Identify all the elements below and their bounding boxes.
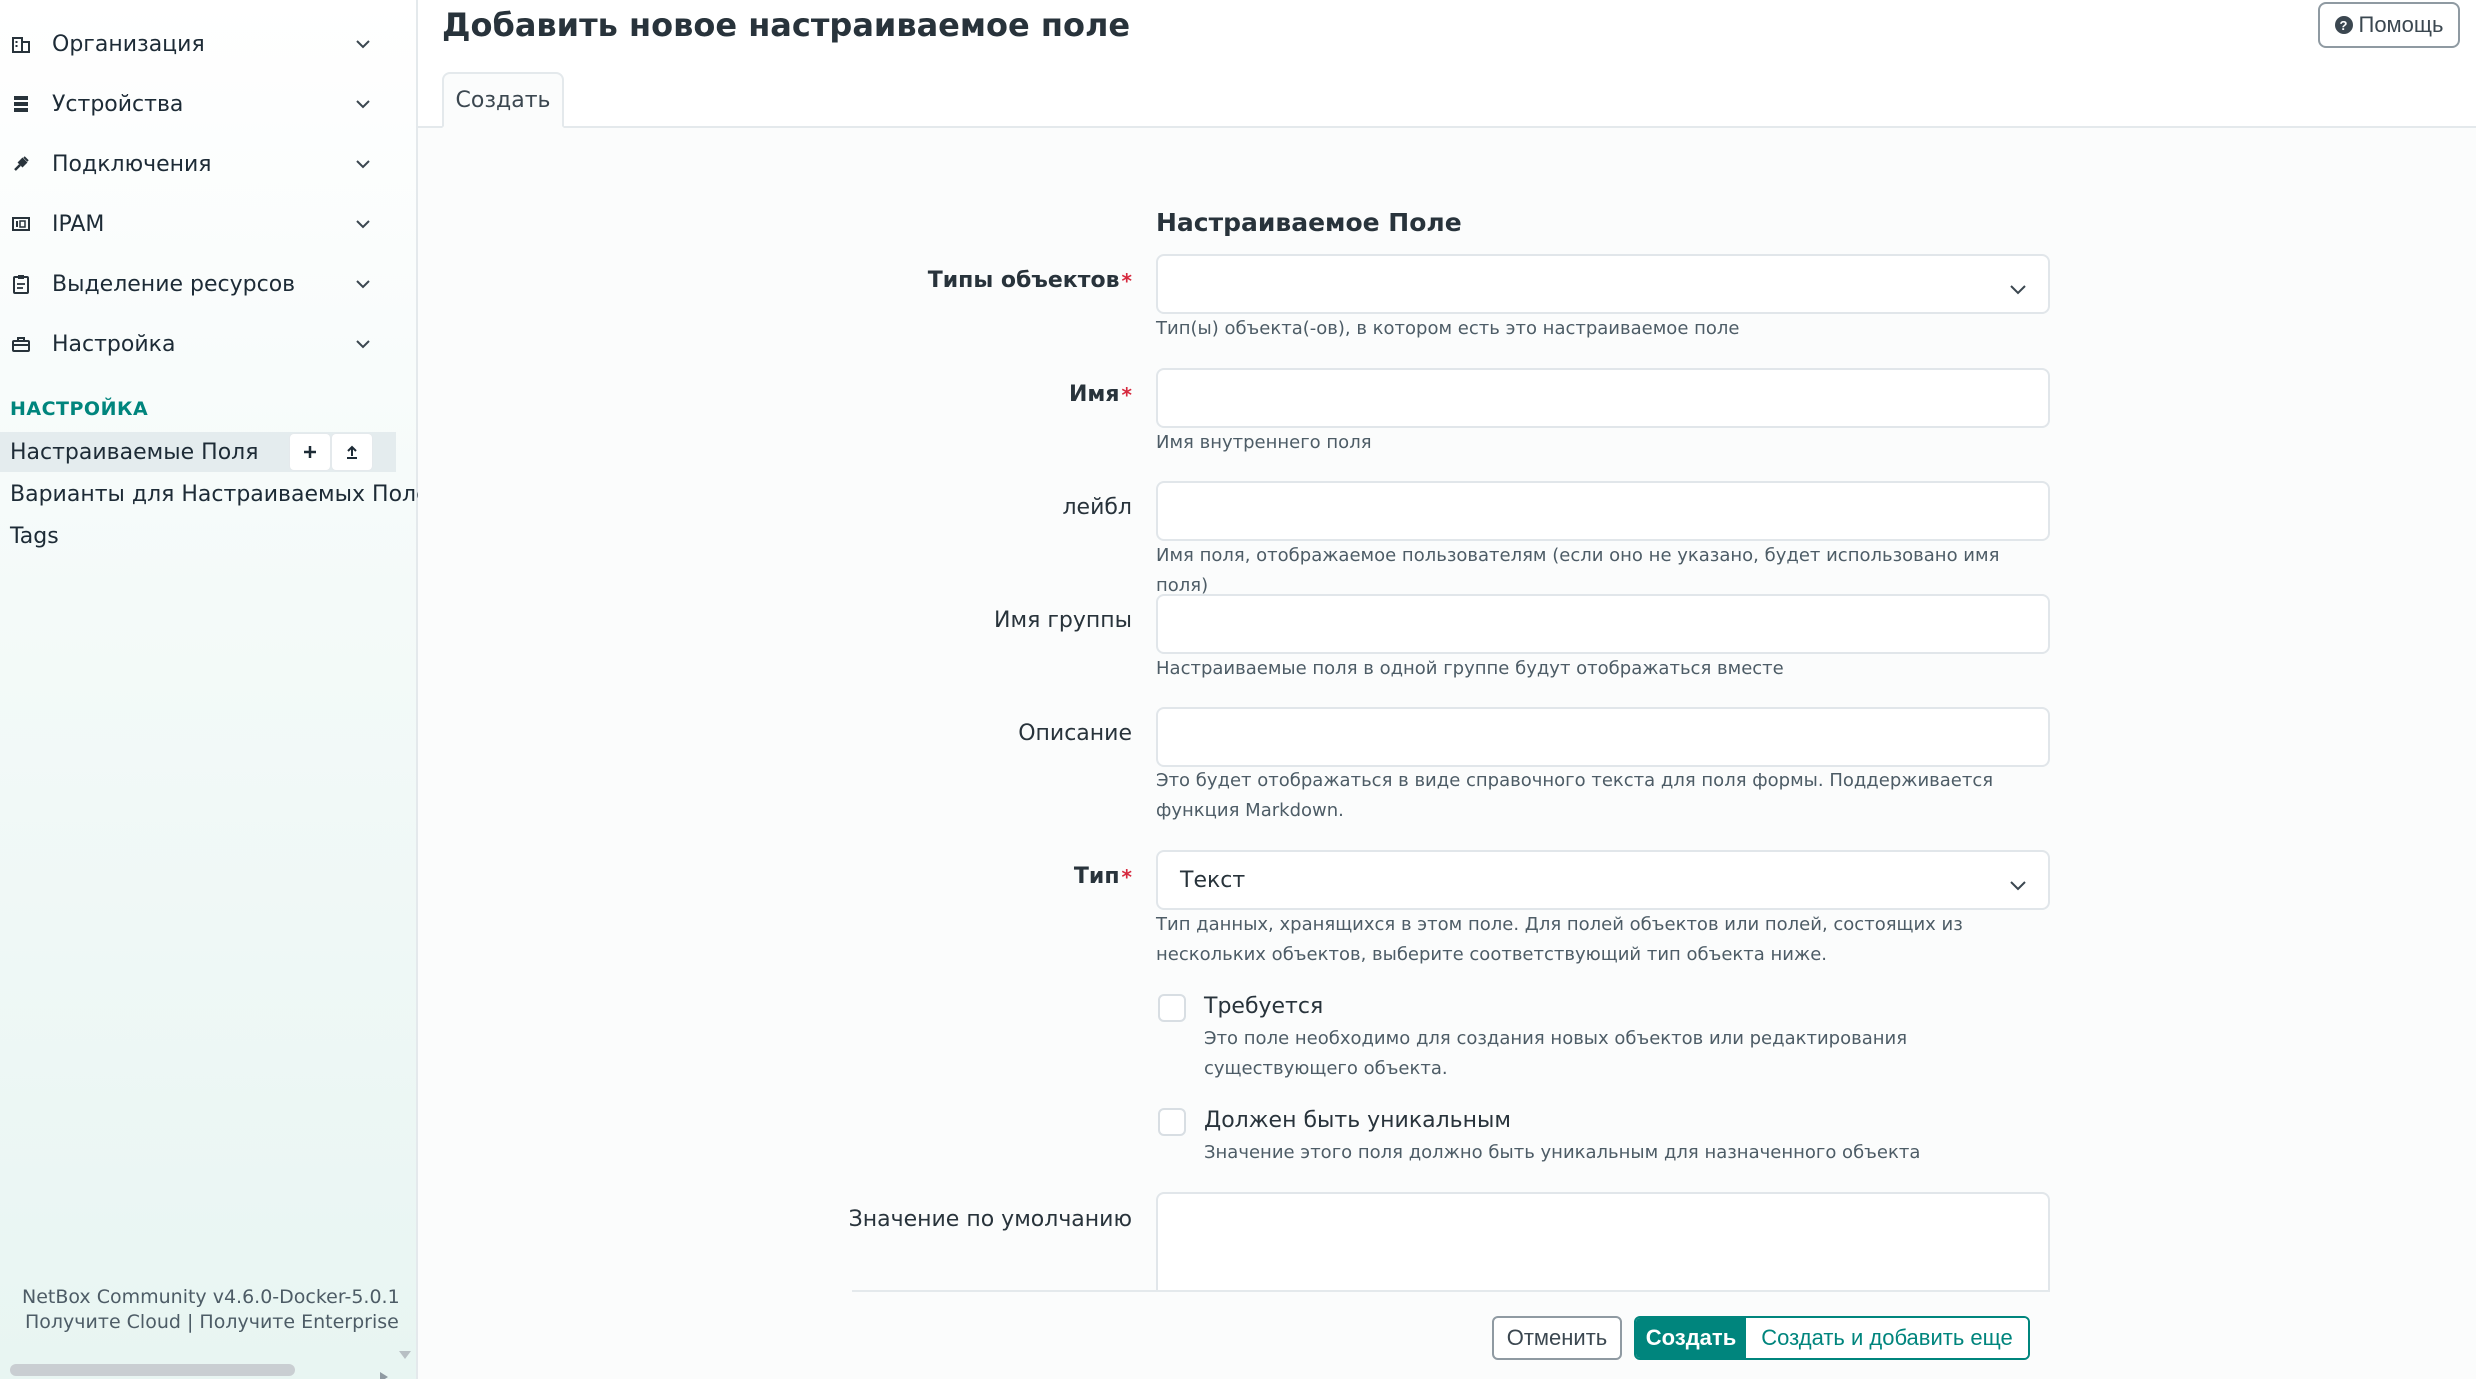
- chevron-down-icon: [2010, 872, 2026, 897]
- required-asterisk: *: [1121, 864, 1132, 889]
- label-help: Имя поля, отображаемое пользователям (ес…: [1156, 545, 2000, 596]
- nav-group-connections[interactable]: Подключения: [0, 134, 390, 194]
- required-label: Требуется: [1204, 994, 1324, 1019]
- sidebar-item-tags[interactable]: Tags: [0, 516, 396, 556]
- object-types-help: Тип(ы) объекта(-ов), в котором есть это …: [1156, 318, 1740, 339]
- nav-group-label: Устройства: [52, 91, 184, 117]
- name-input[interactable]: [1156, 368, 2050, 428]
- type-label-text: Тип: [1073, 864, 1120, 889]
- unique-checkbox[interactable]: [1158, 1108, 1186, 1136]
- required-help: Это поле необходимо для создания новых о…: [1204, 1028, 1908, 1079]
- create-and-add-another-button[interactable]: Создать и добавить еще: [1746, 1318, 2028, 1358]
- required-asterisk: *: [1121, 382, 1132, 407]
- required-asterisk: *: [1121, 268, 1132, 293]
- nav-group-organization[interactable]: Организация: [0, 14, 390, 74]
- create-button-group: Создать Создать и добавить еще: [1634, 1316, 2030, 1360]
- chevron-down-icon: [354, 275, 372, 293]
- form-heading: Настраиваемое Поле: [1156, 208, 1462, 237]
- building-icon: [10, 33, 32, 55]
- toolbox-icon: [10, 333, 32, 355]
- description-input[interactable]: [1156, 707, 2050, 767]
- button-bar-divider: [852, 1290, 2050, 1292]
- tab-create[interactable]: Создать: [442, 72, 564, 128]
- chevron-down-icon: [354, 95, 372, 113]
- type-value: Текст: [1180, 867, 1246, 893]
- sidebar-item-label: Tags: [10, 523, 59, 549]
- chevron-down-icon: [354, 215, 372, 233]
- description-help: Это будет отображаться в виде справочног…: [1156, 770, 1994, 821]
- nav-group-label: Настройка: [52, 331, 176, 357]
- version-text: NetBox Community v4.6.0-Docker-5.0.1: [22, 1286, 400, 1308]
- object-types-label: Типы объектов *: [928, 268, 1132, 293]
- clipboard-icon: [10, 273, 32, 295]
- horizontal-scrollbar[interactable]: [10, 1364, 295, 1376]
- nav-group-provisioning[interactable]: Выделение ресурсов: [0, 254, 390, 314]
- type-label: Тип *: [1074, 864, 1132, 889]
- default-value-label: Значение по умолчанию: [848, 1207, 1132, 1232]
- label-input[interactable]: [1156, 481, 2050, 541]
- server-icon: [10, 93, 32, 115]
- import-icon[interactable]: [332, 434, 372, 470]
- sidebar-section-title: НАСТРОЙКА: [10, 398, 149, 420]
- question-circle-icon: ?: [2334, 16, 2353, 34]
- group-name-help: Настраиваемые поля в одной группе будут …: [1156, 658, 1784, 679]
- scroll-down-icon[interactable]: [398, 1342, 412, 1367]
- name-help: Имя внутреннего поля: [1156, 432, 1372, 453]
- label-label: лейбл: [1062, 495, 1132, 520]
- sidebar: Организация Устройства Подключения IPAM: [0, 0, 444, 1379]
- chevron-down-icon: [354, 335, 372, 353]
- name-label: Имя *: [1069, 382, 1132, 407]
- unique-help: Значение этого поля должно быть уникальн…: [1204, 1142, 1921, 1163]
- cloud-enterprise-links[interactable]: Получите Cloud | Получите Enterprise: [25, 1311, 399, 1333]
- nav-group-label: Выделение ресурсов: [52, 271, 296, 297]
- nav-group-label: Организация: [52, 31, 205, 57]
- chevron-down-icon: [354, 155, 372, 173]
- default-value-input[interactable]: [1156, 1192, 2050, 1292]
- cancel-button[interactable]: Отменить: [1492, 1316, 1622, 1360]
- group-name-label: Имя группы: [994, 608, 1132, 633]
- required-checkbox[interactable]: [1158, 994, 1186, 1022]
- chevron-down-icon: [354, 35, 372, 53]
- create-button[interactable]: Создать: [1636, 1318, 1746, 1358]
- nav-group-devices[interactable]: Устройства: [0, 74, 390, 134]
- object-types-label-text: Типы объектов: [927, 268, 1120, 293]
- nav-group-label: IPAM: [52, 211, 105, 237]
- ip-card-icon: [10, 213, 32, 235]
- scroll-right-icon[interactable]: [378, 1364, 390, 1379]
- object-types-select[interactable]: [1156, 254, 2050, 314]
- type-select[interactable]: Текст: [1156, 850, 2050, 910]
- nav-group-label: Подключения: [52, 151, 212, 177]
- name-label-text: Имя: [1069, 382, 1120, 407]
- group-name-input[interactable]: [1156, 594, 2050, 654]
- unique-label: Должен быть уникальным: [1204, 1108, 1512, 1133]
- plug-icon: [10, 153, 32, 175]
- tab-bar: [418, 126, 2476, 128]
- type-help: Тип данных, хранящихся в этом поле. Для …: [1156, 914, 1963, 965]
- help-button-label: Помощь: [2358, 12, 2444, 37]
- description-label: Описание: [1018, 721, 1132, 746]
- help-button[interactable]: ? Помощь: [2318, 2, 2460, 48]
- sidebar-item-actions: [290, 432, 372, 472]
- page-title: Добавить новое настраиваемое поле: [442, 6, 1131, 44]
- sidebar-item-label: Варианты для Настраиваемых Полей: [10, 481, 444, 507]
- nav-group-customization[interactable]: Настройка: [0, 314, 390, 374]
- chevron-down-icon: [2010, 276, 2026, 301]
- nav-group-ipam[interactable]: IPAM: [0, 194, 390, 254]
- sidebar-item-label: Настраиваемые Поля: [10, 439, 259, 465]
- sidebar-item-custom-field-choices[interactable]: Варианты для Настраиваемых Полей: [0, 474, 444, 514]
- add-icon[interactable]: [290, 434, 330, 470]
